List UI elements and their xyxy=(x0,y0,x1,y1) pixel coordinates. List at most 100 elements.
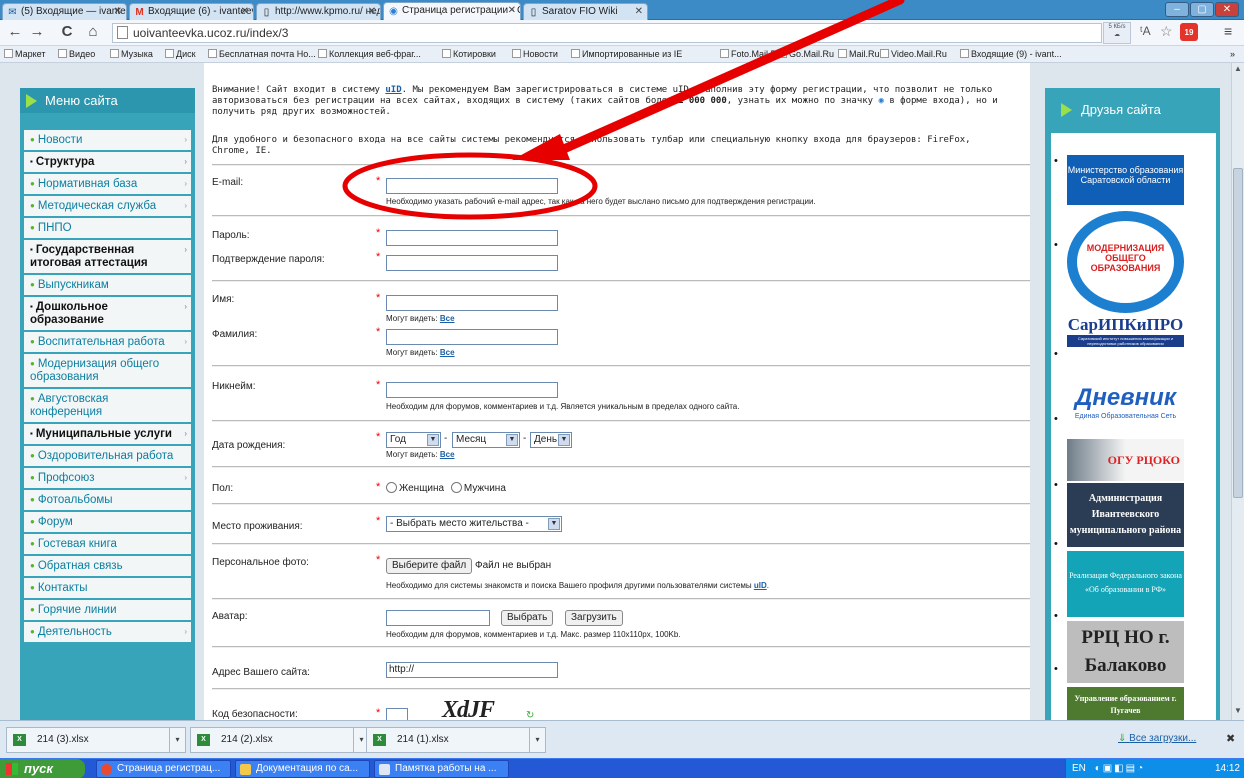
refresh-captcha-icon[interactable]: ↻ xyxy=(526,710,534,720)
close-icon[interactable]: ✕ xyxy=(508,3,516,19)
back-icon[interactable]: ← xyxy=(6,23,24,41)
banner-ministry[interactable]: Министерство образования Саратовской обл… xyxy=(1067,155,1184,205)
close-icon[interactable]: ✕ xyxy=(368,4,376,20)
day-select[interactable]: День ▼ xyxy=(530,432,572,448)
maximize-icon[interactable]: ▢ xyxy=(1190,2,1214,17)
menu-item[interactable]: ▪ Муниципальные услуги › xyxy=(24,424,191,446)
bookmark-item[interactable]: Коллекция веб-фраг... xyxy=(318,46,421,62)
menu-item[interactable]: ● Профсоюз › xyxy=(24,468,191,490)
uid-link[interactable]: uID xyxy=(754,581,767,590)
banner-administration[interactable]: Администрация Ивантеевского муниципально… xyxy=(1067,483,1184,547)
banner-saripkipro[interactable]: СарИПКиПРО Саратовский институт повышени… xyxy=(1067,315,1184,365)
avatar-choose-button[interactable]: Выбрать xyxy=(501,610,554,626)
bookmark-item[interactable]: Музыка xyxy=(110,46,153,62)
bookmark-item[interactable]: Импортированные из IE xyxy=(571,46,682,62)
menu-item[interactable]: ● Воспитательная работа › xyxy=(24,332,191,354)
menu-item[interactable]: ● Нормативная база › xyxy=(24,174,191,196)
menu-item[interactable]: ● Модернизация общего образования xyxy=(24,354,191,389)
address-bar[interactable]: uoivanteevka.ucoz.ru/index/3 xyxy=(112,23,1102,43)
minimize-icon[interactable]: – xyxy=(1165,2,1189,17)
close-icon[interactable]: ✕ xyxy=(114,4,122,20)
password-confirm-field[interactable] xyxy=(386,255,558,271)
menu-item[interactable]: ● Гостевая книга xyxy=(24,534,191,556)
browser-tab[interactable]: ▯ http://www.kpmo.ru/ недос ✕ xyxy=(256,3,381,20)
close-icon[interactable]: ✕ xyxy=(635,4,643,20)
toolbar-link[interactable]: тулбар или специальную кнопку входа xyxy=(651,135,841,145)
menu-item[interactable]: ▪ Структура › xyxy=(24,152,191,174)
menu-item[interactable]: ● Контакты xyxy=(24,578,191,600)
bookmarks-more[interactable]: » xyxy=(1230,46,1235,62)
menu-item[interactable]: ▪ Дошкольное образование › xyxy=(24,297,191,332)
download-item[interactable]: X 214 (3).xlsx ▾ xyxy=(6,727,186,753)
menu-item[interactable]: ● Обратная связь xyxy=(24,556,191,578)
close-downloads-icon[interactable]: ✖ xyxy=(1226,732,1235,745)
chevron-down-icon[interactable]: ▾ xyxy=(529,728,545,752)
menu-item[interactable]: ● Форум xyxy=(24,512,191,534)
tray-icons[interactable]: ◐▣◧▤◔ xyxy=(1095,763,1145,774)
uid-link[interactable]: uID xyxy=(385,85,401,95)
forward-icon[interactable]: → xyxy=(28,23,46,41)
female-radio[interactable] xyxy=(386,482,397,493)
menu-icon[interactable]: ≡ xyxy=(1224,23,1232,39)
taskbar-item[interactable]: Страница регистрац... xyxy=(96,760,231,778)
bookmark-item[interactable]: Mail.Ru xyxy=(838,46,880,62)
banner-rrc-balakovo[interactable]: РРЦ НО г. Балаково xyxy=(1067,621,1184,683)
last-name-field[interactable] xyxy=(386,329,558,345)
chevron-down-icon[interactable]: ▾ xyxy=(169,728,185,752)
nickname-field[interactable] xyxy=(386,382,558,398)
start-button[interactable]: пуск xyxy=(0,759,85,778)
bookmark-item[interactable]: Диск xyxy=(165,46,196,62)
bookmark-item[interactable]: Бесплатная почта Но... xyxy=(208,46,316,62)
bookmark-item[interactable]: Foto.Mail.Ru xyxy=(720,46,782,62)
site-field[interactable]: http:// xyxy=(386,662,558,678)
bookmark-item[interactable]: Котировки xyxy=(442,46,496,62)
visibility-link[interactable]: Все xyxy=(440,450,455,459)
bookmark-item[interactable]: Go.Mail.Ru xyxy=(778,46,834,62)
avatar-path-field[interactable] xyxy=(386,610,490,626)
window-close-icon[interactable]: ✕ xyxy=(1215,2,1239,17)
browser-tab-active[interactable]: ◉ Страница регистрации - Са ✕ xyxy=(383,2,521,20)
browser-tab[interactable]: M Входящие (6) - ivanteevka ✕ xyxy=(129,3,254,20)
menu-item[interactable]: ● Деятельность › xyxy=(24,622,191,644)
visibility-link[interactable]: Все xyxy=(440,314,455,323)
captcha-field[interactable] xyxy=(386,708,408,720)
bookmark-item[interactable]: Новости xyxy=(512,46,558,62)
taskbar-item[interactable]: Документация по са... xyxy=(235,760,370,778)
banner-pugachev[interactable]: Управление образованием г. Пугачев xyxy=(1067,687,1184,720)
calendar-icon[interactable]: 19 xyxy=(1180,23,1198,41)
choose-file-button[interactable]: Выберите файл xyxy=(386,558,473,574)
reload-icon[interactable]: C xyxy=(58,23,76,41)
taskbar-item[interactable]: Памятка работы на ... xyxy=(374,760,509,778)
scroll-up-icon[interactable]: ▲ xyxy=(1233,64,1243,76)
visibility-link[interactable]: Все xyxy=(440,348,455,357)
scroll-thumb[interactable] xyxy=(1233,168,1243,498)
male-radio[interactable] xyxy=(450,482,462,493)
menu-item[interactable]: ● ПНПО xyxy=(24,218,191,240)
banner-modernization[interactable]: МОДЕРНИЗАЦИЯ ОБЩЕГО ОБРАЗОВАНИЯ xyxy=(1067,211,1184,313)
bookmark-item[interactable]: Входящие (9) - ivant... xyxy=(960,46,1062,62)
banner-rcoko[interactable]: ОГУ РЦОКО xyxy=(1067,439,1184,481)
menu-item[interactable]: ● Выпускникам xyxy=(24,275,191,297)
menu-item[interactable]: ▪ Государственная итоговая аттестация › xyxy=(24,240,191,275)
menu-item[interactable]: ● Горячие линии xyxy=(24,600,191,622)
download-item[interactable]: X 214 (1).xlsx ▾ xyxy=(366,727,546,753)
password-field[interactable] xyxy=(386,230,558,246)
residence-select[interactable]: - Выбрать место жительства - ▼ xyxy=(386,516,562,532)
banner-dnevnik[interactable]: Дневник Единая Образовательная Сеть xyxy=(1067,373,1184,433)
month-select[interactable]: Месяц ▼ xyxy=(452,432,520,448)
download-item[interactable]: X 214 (2).xlsx ▾ xyxy=(190,727,370,753)
download-speed-badge[interactable]: 5 КБ/s ☁ xyxy=(1103,22,1131,44)
browser-tab[interactable]: ▯ Saratov FIO Wiki ✕ xyxy=(523,3,648,20)
year-select[interactable]: Год ▼ xyxy=(386,432,441,448)
menu-item[interactable]: ● Августовская конференция xyxy=(24,389,191,424)
translate-icon[interactable]: ᵗA xyxy=(1140,24,1151,38)
banner-federal-law[interactable]: Реализация Федерального закона «Об образ… xyxy=(1067,551,1184,617)
bookmark-item[interactable]: Video.Mail.Ru xyxy=(880,46,947,62)
page-scrollbar[interactable]: ▲ ▼ xyxy=(1231,63,1244,720)
home-icon[interactable]: ⌂ xyxy=(84,23,102,41)
menu-item[interactable]: ● Фотоальбомы xyxy=(24,490,191,512)
avatar-upload-button[interactable]: Загрузить xyxy=(565,610,623,626)
first-name-field[interactable] xyxy=(386,295,558,311)
language-indicator[interactable]: EN xyxy=(1072,763,1086,774)
scroll-down-icon[interactable]: ▼ xyxy=(1233,706,1243,718)
